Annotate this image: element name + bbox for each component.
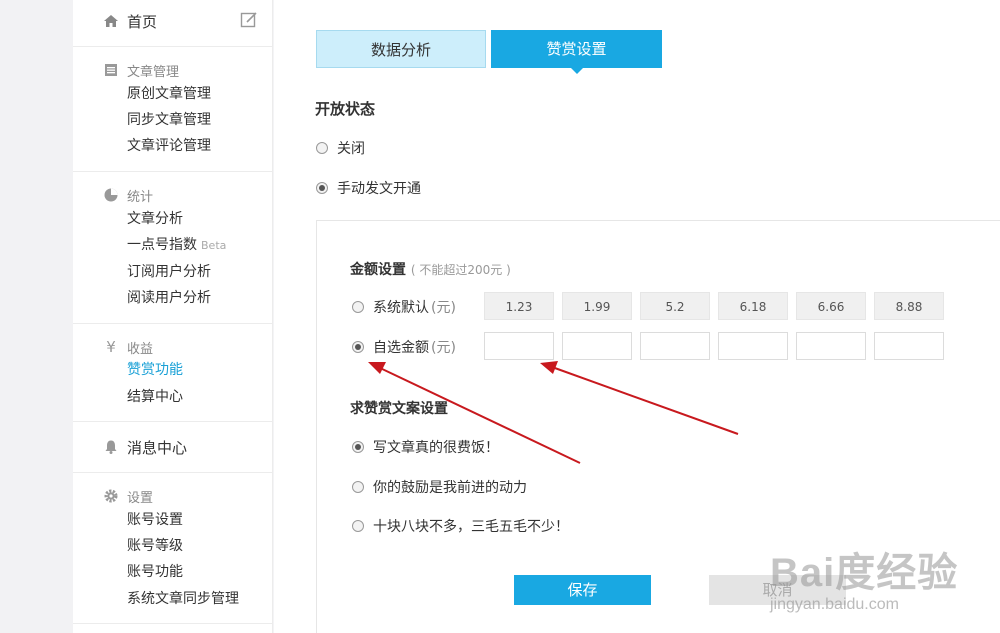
sidebar-item-original-articles[interactable]: 原创文章管理 xyxy=(127,84,211,104)
pie-chart-icon xyxy=(103,187,119,203)
custom-amount-input[interactable] xyxy=(484,332,554,360)
beta-badge: Beta xyxy=(201,239,227,252)
radio-button-checked[interactable] xyxy=(352,441,364,453)
sidebar-item-account-level[interactable]: 账号等级 xyxy=(127,536,183,556)
preset-amount-box: 6.18 xyxy=(718,292,788,320)
baidu-watermark: Bai度经验 jingyan.baidu.com xyxy=(770,540,995,630)
radio-copy-3[interactable]: 十块八块不多，三毛五毛不少！ xyxy=(352,516,569,536)
preset-amount-box: 5.2 xyxy=(640,292,710,320)
sidebar-item-account-settings[interactable]: 账号设置 xyxy=(127,510,183,530)
sidebar-item-settlement[interactable]: 结算中心 xyxy=(127,387,183,407)
sidebar-item-subscriber-analysis[interactable]: 订阅用户分析 xyxy=(127,262,211,282)
sidebar: 首页 文章管理 原创文章管理 同步文章管理 文章评论管理 统计 文章分析 一点号… xyxy=(73,0,273,633)
sidebar-messages[interactable]: 消息中心 xyxy=(103,437,187,457)
sidebar-item-account-features[interactable]: 账号功能 xyxy=(127,562,183,582)
watermark-brand: Bai度经验 xyxy=(770,551,959,595)
sidebar-home[interactable]: 首页 xyxy=(103,11,157,31)
sidebar-section-stats: 统计 xyxy=(103,185,153,205)
bell-icon xyxy=(103,439,119,455)
custom-amount-input[interactable] xyxy=(640,332,710,360)
radio-button[interactable] xyxy=(316,142,328,154)
reward-copy-title: 求赞赏文案设置 xyxy=(350,401,448,417)
radio-manual-open[interactable]: 手动发文开通 xyxy=(316,178,421,198)
custom-amount-input[interactable] xyxy=(562,332,632,360)
custom-amount-input[interactable] xyxy=(718,332,788,360)
radio-custom-amount[interactable]: 自选金额 (元) xyxy=(352,337,456,357)
preset-amount-box: 1.99 xyxy=(562,292,632,320)
tab-data-analysis[interactable]: 数据分析 xyxy=(316,30,486,68)
save-button[interactable]: 保存 xyxy=(514,575,651,605)
sidebar-item-reward[interactable]: 赞赏功能 xyxy=(127,360,183,380)
amount-settings-title: 金额设置 ( 不能超过200元 ) xyxy=(350,262,511,278)
sidebar-item-article-analysis[interactable]: 文章分析 xyxy=(127,209,183,229)
custom-amount-input[interactable] xyxy=(796,332,866,360)
main-content: 数据分析 赞赏设置 开放状态 关闭 手动发文开通 金额设置 ( 不能超过200元… xyxy=(274,0,1000,633)
preset-amount-box: 6.66 xyxy=(796,292,866,320)
sidebar-section-article: 文章管理 xyxy=(103,60,179,80)
sidebar-item-comments[interactable]: 文章评论管理 xyxy=(127,136,211,156)
yen-icon: ¥ xyxy=(106,338,116,356)
sidebar-item-reader-analysis[interactable]: 阅读用户分析 xyxy=(127,288,211,308)
radio-button-checked[interactable] xyxy=(316,182,328,194)
radio-button[interactable] xyxy=(352,481,364,493)
radio-copy-1[interactable]: 写文章真的很费饭！ xyxy=(352,437,499,457)
preset-amount-box: 1.23 xyxy=(484,292,554,320)
home-icon xyxy=(103,13,119,29)
sidebar-section-settings: 设置 xyxy=(103,486,153,506)
radio-system-default[interactable]: 系统默认 (元) xyxy=(352,297,456,317)
document-icon xyxy=(103,62,119,78)
radio-button[interactable] xyxy=(352,301,364,313)
radio-closed[interactable]: 关闭 xyxy=(316,138,365,158)
left-gutter xyxy=(0,0,73,633)
radio-copy-2[interactable]: 你的鼓励是我前进的动力 xyxy=(352,477,527,497)
custom-amount-input[interactable] xyxy=(874,332,944,360)
sidebar-section-revenue: ¥ 收益 xyxy=(103,337,153,357)
tab-reward-settings[interactable]: 赞赏设置 xyxy=(491,30,662,74)
sidebar-item-index[interactable]: 一点号指数 Beta xyxy=(127,235,226,255)
preset-amount-box: 8.88 xyxy=(874,292,944,320)
sidebar-item-sync-management[interactable]: 系统文章同步管理 xyxy=(127,589,239,609)
gear-icon xyxy=(103,488,119,504)
watermark-url: jingyan.baidu.com xyxy=(770,596,899,613)
edit-icon[interactable] xyxy=(240,11,258,29)
radio-button[interactable] xyxy=(352,520,364,532)
open-status-title: 开放状态 xyxy=(315,100,376,118)
radio-button-checked[interactable] xyxy=(352,341,364,353)
sidebar-item-synced-articles[interactable]: 同步文章管理 xyxy=(127,110,211,130)
